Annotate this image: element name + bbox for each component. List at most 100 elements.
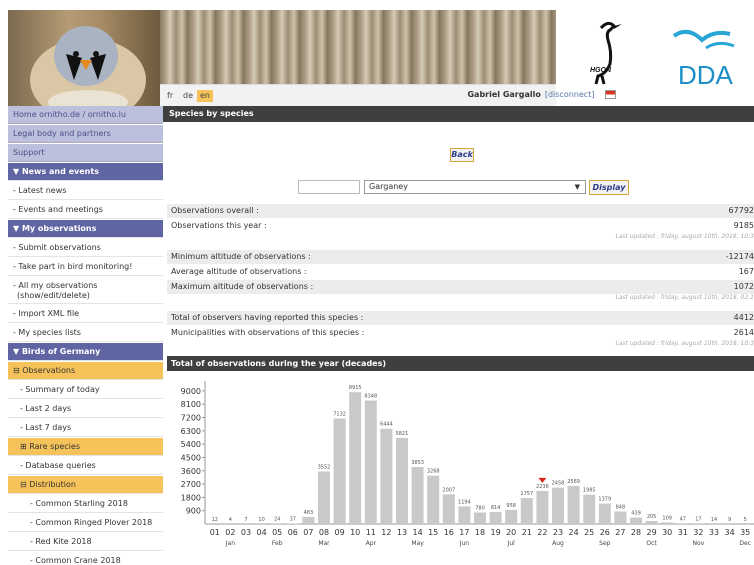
month-label: Jan [225,540,235,547]
sidebar-item[interactable]: - Import XML file [8,305,163,323]
stat-row: Municipalities with observations of this… [167,326,754,340]
lang-fr-link[interactable]: fr [164,90,176,102]
sidebar-item-label: - Summary of today [20,385,100,394]
sidebar-item[interactable]: Legal body and partners [8,125,163,143]
sidebar-item-label: - My species lists [13,328,81,337]
month-label: Jun [459,540,470,547]
header-banner: HGON DDA fr de en Gabriel Gargallo [disco… [8,10,754,122]
sidebar-item-label: - Common Crane 2018 [30,556,121,565]
bar [286,523,299,524]
bar-value-label: 5821 [396,431,409,437]
sidebar-item-label: - Database queries [20,461,96,470]
sidebar-item[interactable]: - Red Kite 2018 [8,533,163,551]
bar-value-label: 109 [662,515,672,521]
x-tick-label: 22 [537,528,547,537]
sidebar-item[interactable]: - Latest news [8,182,163,200]
sidebar-item[interactable]: - Summary of today [8,381,163,399]
stat-label: Minimum altitude of observations : [171,252,311,261]
bar [333,418,346,524]
x-tick-label: 20 [506,528,516,537]
x-tick-label: 27 [615,528,625,537]
species-select[interactable]: Garganey ▼ [364,180,586,194]
sidebar-item[interactable]: - My species lists [8,324,163,342]
sidebar-item[interactable]: - Events and meetings [8,201,163,219]
sidebar-item[interactable]: - Submit observations [8,239,163,257]
sidebar-item[interactable]: - Common Ringed Plover 2018 [8,514,163,532]
x-tick-label: 13 [397,528,407,537]
x-tick-label: 05 [272,528,282,537]
bar [536,490,549,524]
bar-value-label: 8348 [364,394,377,400]
x-tick-label: 07 [303,528,313,537]
display-button[interactable]: Display [589,180,629,195]
x-tick-label: 34 [725,528,735,537]
month-label: Aug [552,540,564,547]
sidebar-item-label: - Common Ringed Plover 2018 [30,518,153,527]
bar [645,520,658,524]
sidebar-item[interactable]: - Common Starling 2018 [8,495,163,513]
reed-photo [160,10,556,84]
y-tick-label: 1800 [181,493,201,502]
sidebar-item[interactable]: - Database queries [8,457,163,475]
y-tick-label: 8100 [181,400,201,409]
bar-value-label: 2458 [552,481,565,487]
page: HGON DDA fr de en Gabriel Gargallo [disco… [0,0,754,565]
bar [614,511,627,524]
sidebar-item[interactable]: Home ornitho.de / ornitho.lu [8,106,163,124]
last-updated-note: Last updated : friday, august 10th, 2018… [615,340,754,347]
bar-value-label: 1379 [598,497,611,503]
sidebar-item[interactable]: ⊞ Rare species [8,438,163,456]
back-button[interactable]: Back [450,148,474,162]
sidebar-item[interactable]: ▼ My observations [8,220,163,238]
x-tick-label: 11 [366,528,376,537]
x-tick-label: 17 [459,528,469,537]
x-tick-label: 23 [553,528,563,537]
sidebar-item[interactable]: ▼ Birds of Germany [8,343,163,361]
stat-label: Municipalities with observations of this… [171,328,365,337]
species-selected-value: Garganey [369,182,408,191]
stat-row: Maximum altitude of observations : 1072 [167,280,754,294]
bar-value-label: 6444 [380,422,393,428]
sidebar-item[interactable]: ⊟ Observations [8,362,163,380]
bar [520,498,533,524]
sidebar-item[interactable]: - All my observations (show/edit/delete) [8,277,163,304]
sidebar-item[interactable]: - Last 2 days [8,400,163,418]
sidebar-item[interactable]: - Last 7 days [8,419,163,437]
lang-en-link[interactable]: en [197,90,213,102]
bar [380,428,393,524]
stat-label: Average altitude of observations : [171,267,307,276]
dda-logo-text: DDA [678,60,734,90]
disconnect-link[interactable]: [disconnect] [545,90,595,99]
bar-value-label: 2007 [442,487,455,493]
species-search-input[interactable] [298,180,360,194]
sidebar-item[interactable]: - Common Crane 2018 [8,552,163,565]
bar [364,400,377,524]
hesse-flag-icon [605,90,616,99]
stat-value: 4412 [733,313,754,322]
sidebar-item-label: ▼ My observations [13,224,97,233]
bar [505,509,518,524]
y-tick-label: 9000 [181,387,201,396]
bar [411,467,424,524]
sidebar-item-label: - All my observations [13,281,98,290]
bar-value-label: 47 [680,516,686,522]
sidebar-item[interactable]: Support [8,144,163,162]
bar-value-label: 4 [229,517,232,523]
sidebar-item-label-second-line: (show/edit/delete) [17,291,90,300]
x-tick-label: 03 [241,528,251,537]
sidebar-item[interactable]: - Take part in bird monitoring! [8,258,163,276]
sidebar-item[interactable]: ⊟ Distribution [8,476,163,494]
stat-value: 2614 [733,328,754,337]
sidebar-item-label: ⊞ Rare species [20,442,80,451]
sidebar-item[interactable]: ▼ News and events [8,163,163,181]
month-label: Sep [599,540,611,547]
y-tick-label: 3600 [181,467,201,476]
chart-title: Total of observations during the year (d… [167,356,754,371]
sidebar-item-label: - Latest news [13,186,67,195]
user-info: Gabriel Gargallo [disconnect] [467,90,616,99]
bar-value-label: 12 [212,517,218,523]
x-tick-label: 33 [709,528,719,537]
y-tick-label: 6300 [181,427,201,436]
x-tick-label: 15 [428,528,438,537]
lang-de-link[interactable]: de [180,90,196,102]
